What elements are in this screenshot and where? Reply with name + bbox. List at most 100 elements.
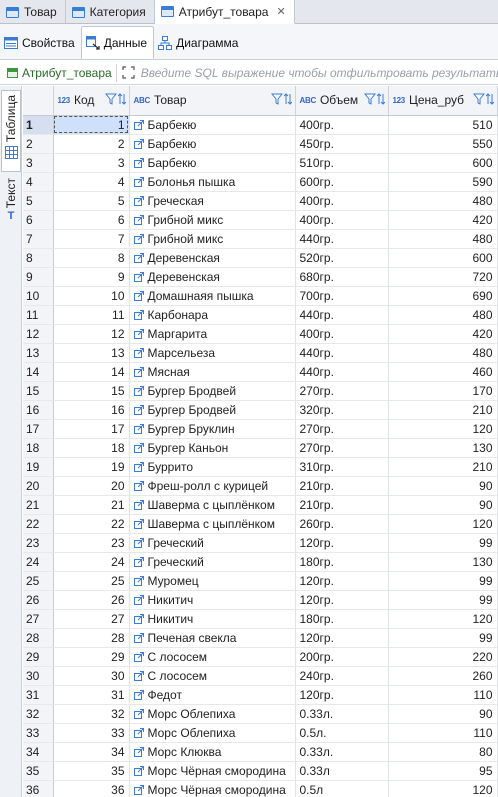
cell-kod[interactable]: 13 bbox=[53, 343, 130, 363]
cell-tovar[interactable]: Морс Облепиха bbox=[129, 704, 296, 724]
cell-tovar[interactable]: Мясная bbox=[129, 362, 296, 382]
row-number[interactable]: 4 bbox=[23, 172, 54, 192]
row-number[interactable]: 15 bbox=[23, 381, 54, 401]
cell-cena[interactable]: 130 bbox=[388, 552, 498, 572]
cell-kod[interactable]: 28 bbox=[53, 628, 130, 648]
cell-tovar[interactable]: Федот bbox=[129, 685, 296, 705]
link-icon[interactable] bbox=[133, 651, 144, 662]
cell-kod[interactable]: 31 bbox=[53, 685, 130, 705]
table-row[interactable]: 24 24 Греческий 180гр. 130 bbox=[23, 552, 498, 572]
side-tab-text[interactable]: Текст T bbox=[1, 178, 21, 234]
link-icon[interactable] bbox=[133, 689, 144, 700]
cell-tovar[interactable]: Шаверма с цыплёнком bbox=[129, 514, 296, 534]
cell-tovar[interactable]: Морс Облепиха bbox=[129, 723, 296, 743]
cell-kod[interactable]: 9 bbox=[53, 267, 130, 287]
cell-tovar[interactable]: С лососем bbox=[129, 647, 296, 667]
cell-cena[interactable]: 99 bbox=[388, 533, 498, 553]
cell-obem[interactable]: 260гр. bbox=[295, 514, 389, 534]
link-icon[interactable] bbox=[133, 708, 144, 719]
table-row[interactable]: 18 18 Бургер Каньон 270гр. 130 bbox=[23, 438, 498, 458]
cell-kod[interactable]: 29 bbox=[53, 647, 130, 667]
table-row[interactable]: 1 1 Барбекю 400гр. 510 bbox=[23, 115, 498, 135]
cell-cena[interactable]: 90 bbox=[388, 476, 498, 496]
link-icon[interactable] bbox=[133, 594, 144, 605]
link-icon[interactable] bbox=[133, 157, 144, 168]
link-icon[interactable] bbox=[133, 556, 144, 567]
row-number[interactable]: 28 bbox=[23, 628, 54, 648]
row-number[interactable]: 12 bbox=[23, 324, 54, 344]
cell-kod[interactable]: 23 bbox=[53, 533, 130, 553]
cell-tovar[interactable]: Бургер Бруклин bbox=[129, 419, 296, 439]
cell-obem[interactable]: 120гр. bbox=[295, 571, 389, 591]
cell-tovar[interactable]: С лососем bbox=[129, 666, 296, 686]
cell-kod[interactable]: 26 bbox=[53, 590, 130, 610]
cell-obem[interactable]: 600гр. bbox=[295, 172, 389, 192]
cell-obem[interactable]: 700гр. bbox=[295, 286, 389, 306]
cell-tovar[interactable]: Морс Чёрная смородина bbox=[129, 780, 296, 797]
table-row[interactable]: 22 22 Шаверма с цыплёнком 260гр. 120 bbox=[23, 514, 498, 534]
table-row[interactable]: 3 3 Барбекю 510гр. 600 bbox=[23, 153, 498, 173]
table-row[interactable]: 31 31 Федот 120гр. 110 bbox=[23, 685, 498, 705]
cell-tovar[interactable]: Морс Чёрная смородина bbox=[129, 761, 296, 781]
cell-kod[interactable]: 24 bbox=[53, 552, 130, 572]
column-header-cena[interactable]: 123 Цена_руб bbox=[388, 86, 498, 116]
cell-cena[interactable]: 260 bbox=[388, 666, 498, 686]
row-number[interactable]: 11 bbox=[23, 305, 54, 325]
row-number[interactable]: 9 bbox=[23, 267, 54, 287]
table-row[interactable]: 14 14 Мясная 440гр. 460 bbox=[23, 362, 498, 382]
cell-obem[interactable]: 510гр. bbox=[295, 153, 389, 173]
cell-cena[interactable]: 480 bbox=[388, 229, 498, 249]
cell-tovar[interactable]: Карбонара bbox=[129, 305, 296, 325]
table-row[interactable]: 34 34 Морс Клюква 0.33л. 80 bbox=[23, 742, 498, 762]
cell-cena[interactable]: 600 bbox=[388, 248, 498, 268]
row-number[interactable]: 34 bbox=[23, 742, 54, 762]
cell-obem[interactable]: 0.33л bbox=[295, 761, 389, 781]
cell-cena[interactable]: 170 bbox=[388, 381, 498, 401]
cell-kod[interactable]: 3 bbox=[53, 153, 130, 173]
cell-obem[interactable]: 0.33л. bbox=[295, 742, 389, 762]
cell-kod[interactable]: 12 bbox=[53, 324, 130, 344]
cell-kod[interactable]: 14 bbox=[53, 362, 130, 382]
link-icon[interactable] bbox=[133, 290, 144, 301]
row-number[interactable]: 2 bbox=[23, 134, 54, 154]
cell-obem[interactable]: 310гр. bbox=[295, 457, 389, 477]
cell-kod[interactable]: 34 bbox=[53, 742, 130, 762]
cell-cena[interactable]: 590 bbox=[388, 172, 498, 192]
table-row[interactable]: 20 20 Фреш-ролл с курицей 210гр. 90 bbox=[23, 476, 498, 496]
cell-tovar[interactable]: Печеная свекла bbox=[129, 628, 296, 648]
cell-kod[interactable]: 11 bbox=[53, 305, 130, 325]
link-icon[interactable] bbox=[133, 233, 144, 244]
link-icon[interactable] bbox=[133, 461, 144, 472]
row-number[interactable]: 23 bbox=[23, 533, 54, 553]
cell-obem[interactable]: 400гр. bbox=[295, 191, 389, 211]
cell-obem[interactable]: 120гр. bbox=[295, 533, 389, 553]
cell-tovar[interactable]: Фреш-ролл с курицей bbox=[129, 476, 296, 496]
cell-cena[interactable]: 80 bbox=[388, 742, 498, 762]
cell-tovar[interactable]: Марсельеза bbox=[129, 343, 296, 363]
column-header-tovar[interactable]: ABC Товар bbox=[129, 86, 296, 116]
table-row[interactable]: 4 4 Болонья пышка 600гр. 590 bbox=[23, 172, 498, 192]
row-number[interactable]: 19 bbox=[23, 457, 54, 477]
cell-kod[interactable]: 1 bbox=[53, 115, 130, 135]
table-row[interactable]: 8 8 Деревенская 520гр. 600 bbox=[23, 248, 498, 268]
cell-cena[interactable]: 690 bbox=[388, 286, 498, 306]
cell-cena[interactable]: 120 bbox=[388, 609, 498, 629]
cell-obem[interactable]: 210гр. bbox=[295, 495, 389, 515]
cell-kod[interactable]: 33 bbox=[53, 723, 130, 743]
cell-cena[interactable]: 99 bbox=[388, 590, 498, 610]
cell-tovar[interactable]: Грибной микс bbox=[129, 210, 296, 230]
cell-cena[interactable]: 720 bbox=[388, 267, 498, 287]
cell-kod[interactable]: 21 bbox=[53, 495, 130, 515]
cell-tovar[interactable]: Бургер Бродвей bbox=[129, 381, 296, 401]
cell-cena[interactable]: 600 bbox=[388, 153, 498, 173]
row-number[interactable]: 6 bbox=[23, 210, 54, 230]
editor-tab-tovar[interactable]: Товар bbox=[0, 0, 66, 24]
cell-obem[interactable]: 320гр. bbox=[295, 400, 389, 420]
table-row[interactable]: 12 12 Маргарита 400гр. 420 bbox=[23, 324, 498, 344]
column-header-obem[interactable]: ABC Объем bbox=[295, 86, 389, 116]
cell-tovar[interactable]: Греческий bbox=[129, 533, 296, 553]
link-icon[interactable] bbox=[133, 328, 144, 339]
filter-icon[interactable] bbox=[472, 93, 485, 108]
editor-tab-kategoriya[interactable]: Категория bbox=[66, 0, 155, 24]
cell-tovar[interactable]: Никитич bbox=[129, 590, 296, 610]
